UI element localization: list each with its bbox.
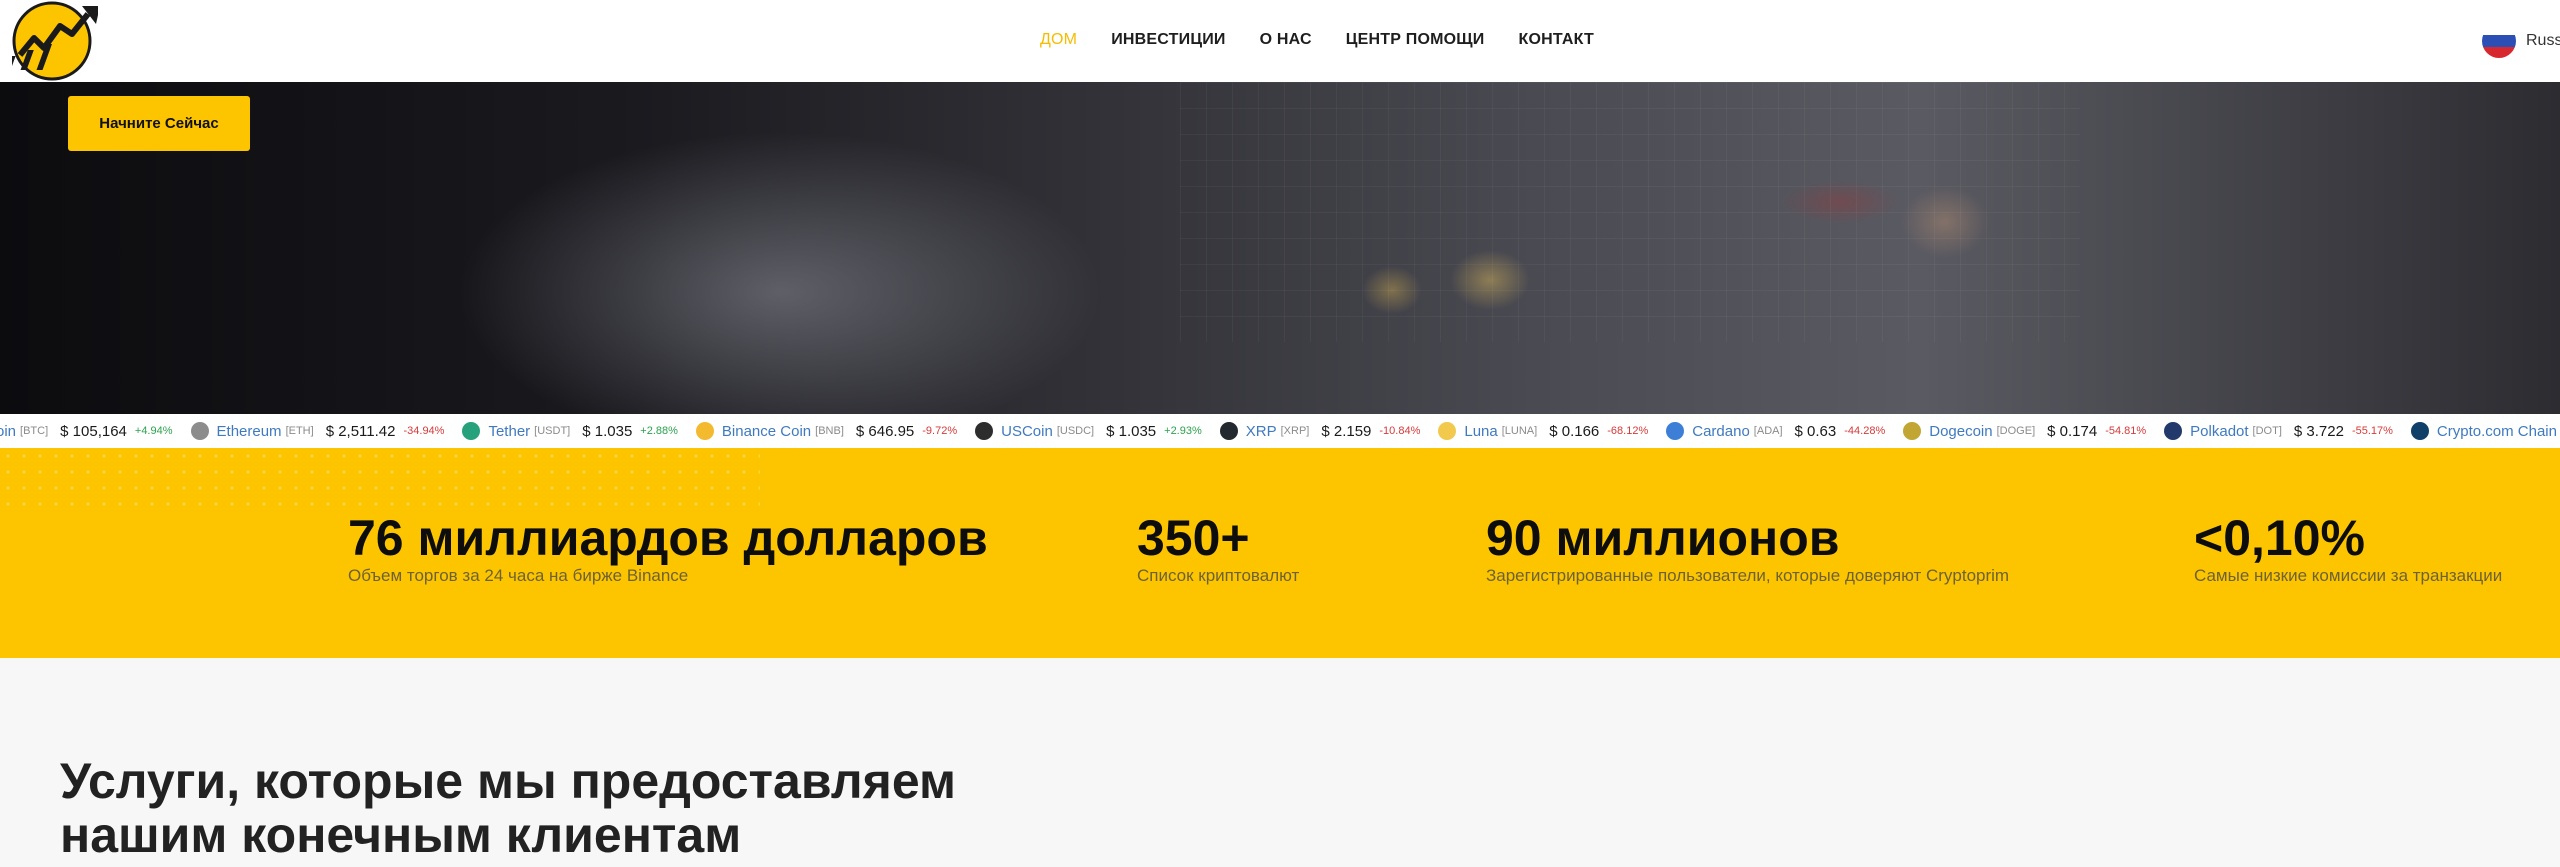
stat-trading-volume: 76 миллиардов долларов Объем торгов за 2… [348, 510, 988, 586]
language-selector[interactable]: Russ [2482, 24, 2560, 58]
coin-price: $ 0.174 [2047, 422, 2098, 440]
ticker-item[interactable]: USCoin [USDC] $ 1.035 +2.93% [975, 422, 1202, 440]
coin-price: $ 105,164 [60, 422, 127, 440]
main-menu: ДОМ ИНВЕСТИЦИИ О НАС ЦЕНТР ПОМОЩИ КОНТАК… [1040, 0, 1628, 80]
ticker-item[interactable]: Luna [LUNA] $ 0.166 -68.12% [1438, 422, 1648, 440]
stat-value: 90 миллионов [1486, 510, 1840, 566]
coin-name[interactable]: Binance Coin [722, 423, 811, 440]
polkadot-icon [2164, 422, 2183, 440]
ticker-item[interactable]: XRP [XRP] $ 2.159 -10.84% [1219, 422, 1421, 440]
cardano-icon [1666, 422, 1685, 440]
coin-change: -55.17% [2351, 425, 2393, 437]
coin-change: -34.94% [403, 425, 445, 437]
coin-change: +2.88% [640, 425, 678, 437]
coin-symbol: [ETH] [285, 425, 314, 437]
coin-symbol: [DOT] [2252, 425, 2282, 437]
coin-change: -54.81% [2105, 425, 2147, 437]
coin-symbol: [DOGE] [1996, 425, 2036, 437]
coin-name[interactable]: Cardano [1692, 423, 1750, 440]
services-section: Услуги, которые мы предоставляем нашим к… [0, 658, 2560, 867]
coin-name[interactable]: Ethereum [217, 423, 282, 440]
nav-item-investments[interactable]: ИНВЕСТИЦИИ [1111, 31, 1225, 49]
stat-label: Объем торгов за 24 часа на бирже Binance [348, 566, 689, 585]
ticker-item[interactable]: Binance Coin [BNB] $ 646.95 -9.72% [695, 422, 958, 440]
coin-symbol: [ADA] [1753, 425, 1783, 437]
start-now-button[interactable]: Начните Сейчас [68, 96, 250, 151]
nav-item-about[interactable]: О НАС [1260, 31, 1312, 49]
coin-name[interactable]: oin [0, 423, 16, 440]
coin-symbol: [USDC] [1056, 425, 1095, 437]
russia-flag-icon [2482, 24, 2516, 58]
usdc-icon [975, 422, 994, 440]
coin-price: $ 646.95 [855, 422, 915, 440]
stat-label: Список криптовалют [1137, 566, 1300, 585]
dogecoin-icon [1903, 422, 1922, 440]
logo[interactable] [4, 0, 100, 82]
coin-price: $ 3.722 [2293, 422, 2344, 440]
ethereum-icon [190, 422, 209, 440]
coin-price: $ 1.035 [582, 422, 633, 440]
cro-icon [2410, 422, 2429, 440]
ticker-track: oin [BTC] $ 105,164 +4.94% Ethereum [ETH] $ 2,… [0, 414, 2560, 448]
tether-icon [462, 422, 481, 440]
ticker-item[interactable]: Crypto.com Chain[CRO]$ 0.0 [2410, 422, 2560, 440]
xrp-icon [1219, 422, 1238, 440]
coin-name[interactable]: USCoin [1001, 423, 1053, 440]
coin-change: +4.94% [134, 425, 173, 437]
stat-value: <0,10% [2194, 510, 2365, 566]
coin-change: -44.28% [1844, 425, 1886, 437]
coin-change: -68.12% [1607, 425, 1649, 437]
crypto-ticker: oin [BTC] $ 105,164 +4.94% Ethereum [ETH] $ 2,… [0, 414, 2560, 448]
ticker-item[interactable]: Polkadot [DOT] $ 3.722 -55.17% [2164, 422, 2393, 440]
ticker-item[interactable]: Dogecoin [DOGE] $ 0.174 -54.81% [1903, 422, 2146, 440]
coin-symbol: [BTC] [20, 425, 49, 437]
luna-icon [1438, 422, 1457, 440]
stat-label: Самые низкие комиссии за транзакции [2194, 566, 2503, 585]
language-label: Russ [2526, 32, 2560, 49]
ticker-item[interactable]: oin [BTC] $ 105,164 +4.94% [0, 423, 173, 440]
coin-name[interactable]: Polkadot [2190, 423, 2248, 440]
nav-item-home[interactable]: ДОМ [1040, 31, 1077, 49]
coin-price: $ 0.166 [1549, 422, 1600, 440]
coin-change: -10.84% [1379, 425, 1421, 437]
ticker-item[interactable]: Ethereum [ETH] $ 2,511.42 -34.94% [190, 422, 445, 440]
stat-commissions: <0,10% Самые низкие комиссии за транзакц… [2194, 510, 2502, 586]
services-heading-line-1: Услуги, которые мы предоставляем [60, 753, 956, 809]
stats-section: 76 миллиардов долларов Объем торгов за 2… [0, 448, 2560, 658]
nav-item-contact[interactable]: КОНТАКТ [1519, 31, 1594, 49]
coin-change: -9.72% [922, 425, 958, 437]
coin-price: $ 2.159 [1321, 422, 1372, 440]
ticker-item[interactable]: Tether [USDT] $ 1.035 +2.88% [462, 422, 678, 440]
top-navbar: ДОМ ИНВЕСТИЦИИ О НАС ЦЕНТР ПОМОЩИ КОНТАК… [0, 0, 2560, 82]
hero-background-image [1180, 82, 2080, 342]
logo-chart-icon [4, 1, 100, 81]
coin-symbol: [BNB] [815, 425, 844, 437]
ticker-item[interactable]: Cardano [ADA] $ 0.63 -44.28% [1666, 422, 1885, 440]
stat-value: 76 миллиардов долларов [348, 510, 988, 566]
coin-symbol: [USDT] [534, 425, 571, 437]
coin-name[interactable]: Tether [488, 423, 530, 440]
coin-symbol: [XRP] [1280, 425, 1310, 437]
services-heading: Услуги, которые мы предоставляем нашим к… [60, 754, 1060, 862]
stat-label: Зарегистрированные пользователи, которые… [1486, 566, 2010, 585]
nav-item-help-center[interactable]: ЦЕНТР ПОМОЩИ [1346, 31, 1485, 49]
coin-price: $ 1.035 [1106, 422, 1157, 440]
binance-icon [695, 422, 714, 440]
coin-symbol: [LUNA] [1501, 425, 1538, 437]
coin-name[interactable]: Luna [1464, 423, 1497, 440]
coin-change: +2.93% [1164, 425, 1202, 437]
stat-cryptocurrencies: 350+ Список криптовалют [1137, 510, 1299, 586]
coin-name[interactable]: XRP [1246, 423, 1277, 440]
dot-pattern-decoration [0, 448, 760, 508]
hero-banner [0, 82, 2560, 414]
coin-name[interactable]: Crypto.com Chain [2437, 423, 2557, 440]
coin-price: $ 0.63 [1794, 422, 1837, 440]
stat-registered-users: 90 миллионов Зарегистрированные пользова… [1486, 510, 2009, 586]
stat-value: 350+ [1137, 510, 1250, 566]
coin-name[interactable]: Dogecoin [1929, 423, 1992, 440]
services-heading-line-2: нашим конечным клиентам [60, 807, 742, 863]
coin-price: $ 2,511.42 [325, 422, 396, 440]
